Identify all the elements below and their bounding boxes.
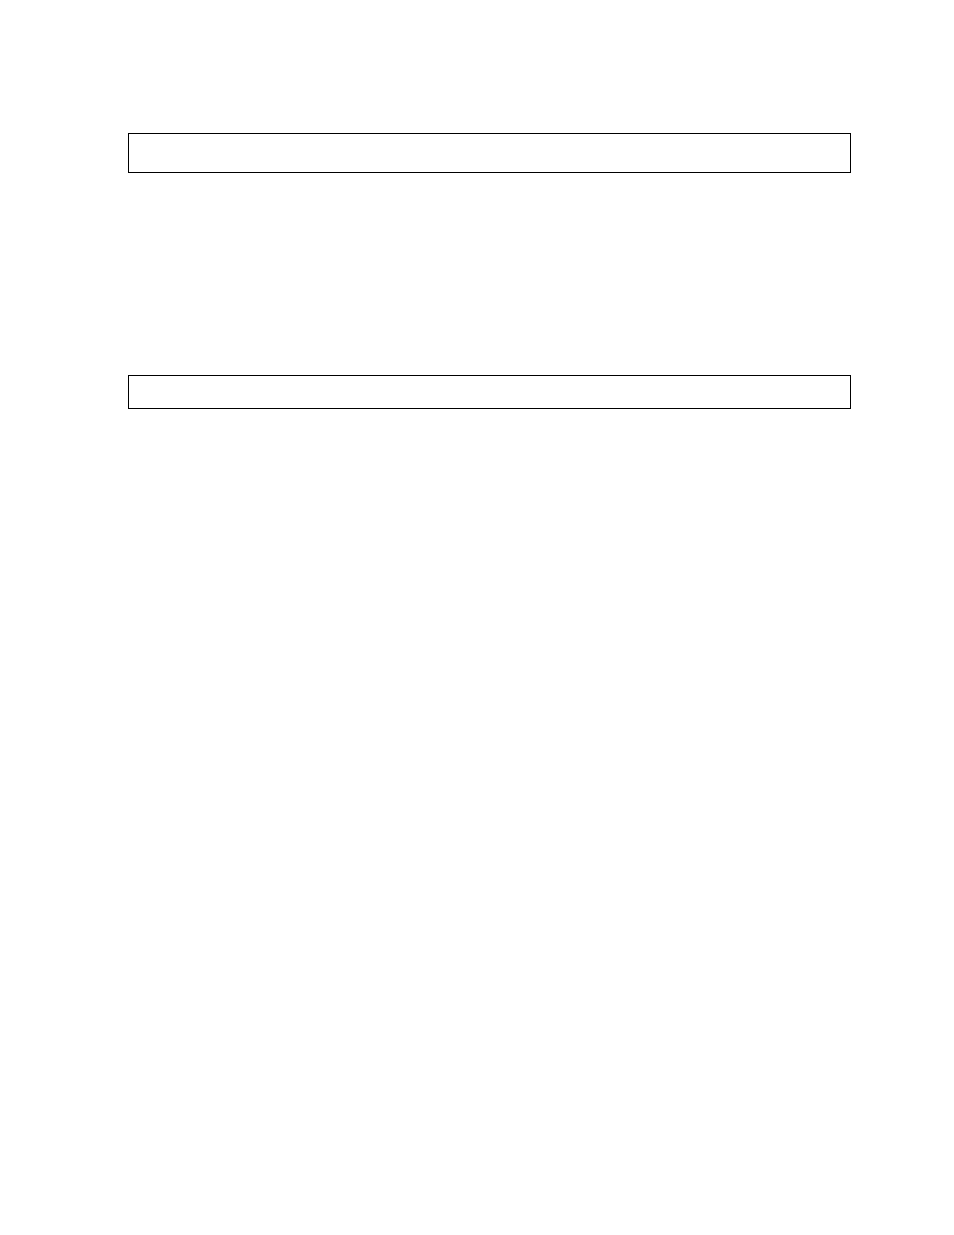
content-box-2 [128,375,851,409]
content-box-1 [128,133,851,173]
page [0,0,954,1235]
